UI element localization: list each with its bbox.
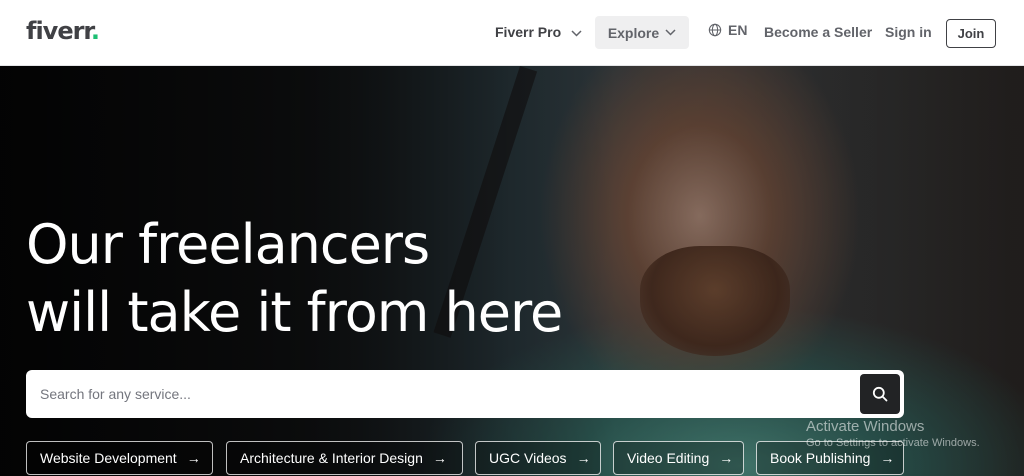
globe-icon xyxy=(708,23,722,37)
chevron-down-icon xyxy=(665,29,676,36)
fiverr-pro-label: Fiverr Pro xyxy=(495,24,562,40)
category-chip-architecture[interactable]: Architecture & Interior Design → xyxy=(226,441,463,475)
chip-label: UGC Videos xyxy=(489,450,567,466)
chip-label: Architecture & Interior Design xyxy=(240,450,423,466)
search-button[interactable] xyxy=(860,374,900,414)
hero-headline: Our freelancers will take it from here xyxy=(26,211,563,347)
chevron-down-icon xyxy=(571,30,582,37)
fiverr-logo[interactable]: fiverr. xyxy=(26,17,100,45)
chip-label: Website Development xyxy=(40,450,177,466)
arrow-right-icon: → xyxy=(186,450,201,466)
hero-banner: Our freelancers will take it from here W… xyxy=(0,66,1024,476)
headline-line-1: Our freelancers xyxy=(26,213,430,276)
chip-label: Book Publishing xyxy=(770,450,871,466)
arrow-right-icon: → xyxy=(576,450,591,466)
category-chip-video-editing[interactable]: Video Editing → xyxy=(613,441,744,475)
top-navigation-bar: fiverr. Fiverr Pro Explore EN Become a S… xyxy=(0,0,1024,66)
sign-in-link[interactable]: Sign in xyxy=(885,22,932,42)
explore-label: Explore xyxy=(607,24,660,41)
language-label: EN xyxy=(728,22,748,38)
watermark-title: Activate Windows xyxy=(806,418,925,435)
windows-activation-watermark: Activate Windows Go to Settings to activ… xyxy=(806,418,980,450)
join-button[interactable]: Join xyxy=(946,19,996,48)
search-bar xyxy=(26,370,904,418)
logo-dot: . xyxy=(90,17,100,45)
become-seller-link[interactable]: Become a Seller xyxy=(764,22,872,42)
search-input[interactable] xyxy=(26,370,856,418)
arrow-right-icon: → xyxy=(880,450,895,466)
arrow-right-icon: → xyxy=(719,450,734,466)
search-icon xyxy=(872,386,888,402)
category-chip-ugc-videos[interactable]: UGC Videos → xyxy=(475,441,601,475)
headline-line-2: will take it from here xyxy=(26,281,563,344)
watermark-subtitle: Go to Settings to activate Windows. xyxy=(806,437,980,449)
category-chip-website-development[interactable]: Website Development → xyxy=(26,441,213,475)
chip-label: Video Editing xyxy=(627,450,710,466)
logo-text: fiverr xyxy=(26,17,92,45)
fiverr-pro-menu[interactable]: Fiverr Pro xyxy=(495,22,582,42)
language-selector[interactable]: EN xyxy=(708,22,747,38)
explore-menu[interactable]: Explore xyxy=(595,16,689,49)
arrow-right-icon: → xyxy=(432,450,447,466)
